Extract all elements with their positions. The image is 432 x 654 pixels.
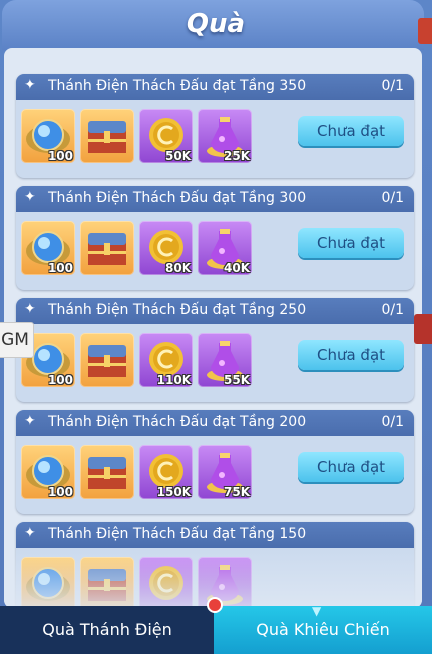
- star-icon: ✦: [24, 189, 36, 205]
- gold-coin-icon[interactable]: 80K: [139, 221, 193, 275]
- treasure-chest-icon[interactable]: [80, 221, 134, 275]
- item-quantity: 80K: [165, 261, 191, 275]
- item-quantity: 100: [47, 261, 73, 275]
- card-title: Thánh Điện Thách Đấu đạt Tầng 200: [48, 414, 307, 430]
- claim-button[interactable]: Chưa đạt: [298, 116, 404, 146]
- tab-notification-dot: [207, 597, 223, 613]
- item-quantity: 100: [47, 485, 73, 499]
- reward-list[interactable]: ✦ Thánh Điện Thách Đấu đạt Tầng 350 0/1 100…: [4, 48, 422, 608]
- item-quantity: 100: [47, 149, 73, 163]
- card-title: Thánh Điện Thách Đấu đạt Tầng 150: [48, 526, 307, 542]
- claim-button[interactable]: Chưa đạt: [298, 340, 404, 370]
- star-icon: ✦: [24, 525, 36, 541]
- reward-card: ✦ Thánh Điện Thách Đấu đạt Tầng 200 0/1 100…: [16, 410, 414, 514]
- gold-coin-icon[interactable]: 150K: [139, 445, 193, 499]
- star-icon: ✦: [24, 413, 36, 429]
- gold-coin-icon[interactable]: 110K: [139, 333, 193, 387]
- reward-card: ✦ Thánh Điện Thách Đấu đạt Tầng 250 0/1 100…: [16, 298, 414, 402]
- gold-coin-icon[interactable]: 50K: [139, 109, 193, 163]
- card-progress: 0/1: [381, 414, 404, 430]
- purple-potion-icon[interactable]: 55K: [198, 333, 252, 387]
- side-notice-badge[interactable]: [414, 314, 432, 344]
- reward-card: ✦ Thánh Điện Thách Đấu đạt Tầng 350 0/1 100…: [16, 74, 414, 178]
- claim-button[interactable]: Chưa đạt: [298, 452, 404, 482]
- item-quantity: 150K: [156, 485, 191, 499]
- treasure-chest-icon[interactable]: [80, 333, 134, 387]
- blue-gem-icon[interactable]: 100: [21, 221, 75, 275]
- item-quantity: 110K: [156, 373, 191, 387]
- window-title: Quà: [186, 9, 246, 39]
- tab-qua-thanh-dien[interactable]: Quà Thánh Điện: [0, 606, 214, 654]
- item-quantity: 75K: [224, 485, 250, 499]
- claim-button[interactable]: Chưa đạt: [298, 228, 404, 258]
- item-quantity: 50K: [165, 149, 191, 163]
- card-title: Thánh Điện Thách Đấu đạt Tầng 300: [48, 190, 307, 206]
- card-header: ✦ Thánh Điện Thách Đấu đạt Tầng 250 0/1: [16, 298, 414, 324]
- item-quantity: 100: [47, 373, 73, 387]
- active-tab-indicator-icon: ▼: [312, 604, 322, 618]
- purple-potion-icon[interactable]: 40K: [198, 221, 252, 275]
- notice-badge[interactable]: [418, 18, 432, 44]
- treasure-chest-icon[interactable]: [80, 109, 134, 163]
- card-progress: 0/1: [381, 302, 404, 318]
- card-header: ✦ Thánh Điện Thách Đấu đạt Tầng 350 0/1: [16, 74, 414, 100]
- treasure-chest-icon[interactable]: [80, 445, 134, 499]
- card-title: Thánh Điện Thách Đấu đạt Tầng 350: [48, 78, 307, 94]
- purple-potion-icon[interactable]: 75K: [198, 445, 252, 499]
- item-quantity: 40K: [224, 261, 250, 275]
- card-header: ✦ Thánh Điện Thách Đấu đạt Tầng 200 0/1: [16, 410, 414, 436]
- card-title: Thánh Điện Thách Đấu đạt Tầng 250: [48, 302, 307, 318]
- gm-button[interactable]: GM: [0, 322, 34, 358]
- star-icon: ✦: [24, 77, 36, 93]
- blue-gem-icon[interactable]: 100: [21, 445, 75, 499]
- card-progress: 0/1: [381, 190, 404, 206]
- tab-qua-khieu-chien[interactable]: Quà Khiêu Chiến: [214, 606, 432, 654]
- reward-window: Quà ✦ Thánh Điện Thách Đấu đạt Tầng 350 0/…: [0, 0, 432, 654]
- item-quantity: 55K: [224, 373, 250, 387]
- reward-card: ✦ Thánh Điện Thách Đấu đạt Tầng 300 0/1 100…: [16, 186, 414, 290]
- blue-gem-icon[interactable]: 100: [21, 109, 75, 163]
- tab-bar: Quà Thánh Điện Quà Khiêu Chiến: [0, 606, 432, 654]
- purple-potion-icon[interactable]: 25K: [198, 109, 252, 163]
- card-header: ✦ Thánh Điện Thách Đấu đạt Tầng 300 0/1: [16, 186, 414, 212]
- card-progress: 0/1: [381, 78, 404, 94]
- star-icon: ✦: [24, 301, 36, 317]
- item-quantity: 25K: [224, 149, 250, 163]
- card-header: ✦ Thánh Điện Thách Đấu đạt Tầng 150: [16, 522, 414, 548]
